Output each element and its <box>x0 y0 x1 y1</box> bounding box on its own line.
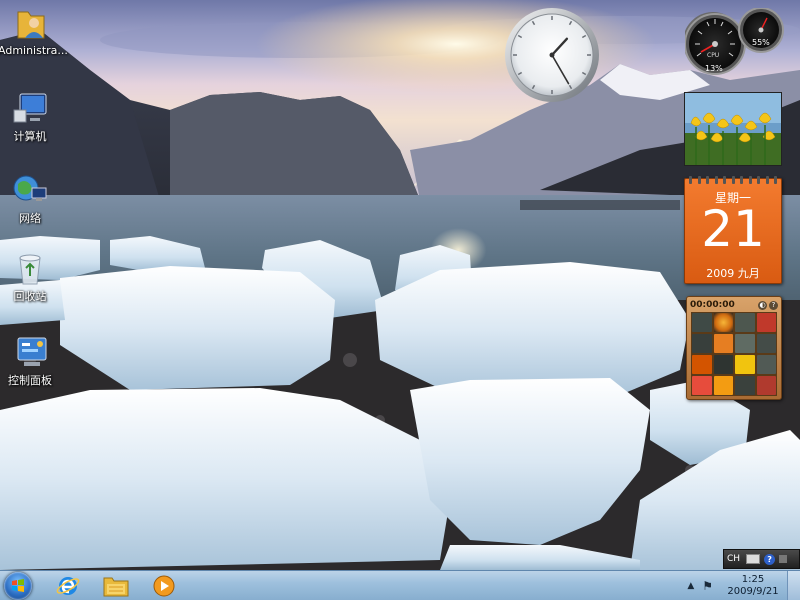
puzzle-tile[interactable] <box>713 334 733 353</box>
keyboard-icon[interactable] <box>746 554 761 564</box>
puzzle-tile[interactable] <box>756 313 776 332</box>
options-icon[interactable] <box>779 555 788 563</box>
puzzle-tile[interactable] <box>735 376 755 395</box>
action-center-flag-icon[interactable]: ⚑ <box>702 579 713 593</box>
desktop-icon-label: 计算机 <box>13 130 47 143</box>
puzzle-tile[interactable] <box>735 334 755 353</box>
puzzle-tile[interactable] <box>692 334 712 353</box>
desktop-icon-label: 控制面板 <box>8 374 52 387</box>
puzzle-tile[interactable] <box>713 313 733 332</box>
desktop-icon-control-panel[interactable]: 控制面板 <box>0 334 62 388</box>
desktop-icon-network[interactable]: 网络 <box>0 172 62 226</box>
puzzle-tile[interactable] <box>756 376 776 395</box>
help-icon[interactable]: ? <box>764 553 776 565</box>
cpu-meter-gadget[interactable]: CPU 13% 55% <box>682 7 785 80</box>
desktop-icon-recycle-bin[interactable]: 回收站 <box>0 250 62 304</box>
puzzle-tile[interactable] <box>735 355 755 374</box>
calendar-day: 21 <box>701 200 765 258</box>
puzzle-tile[interactable] <box>713 355 733 374</box>
puzzle-tile[interactable] <box>735 313 755 332</box>
clock-gadget[interactable] <box>503 6 601 104</box>
desktop-icon-label: 回收站 <box>13 290 47 303</box>
taskbar-clock[interactable]: 1:25 2009/9/21 <box>723 574 783 598</box>
puzzle-toolbar: 00:00:00 ◐ ? <box>690 299 778 311</box>
slideshow-gadget[interactable] <box>684 92 782 166</box>
calendar-gadget[interactable]: 星期一 21 2009 九月 <box>684 176 782 284</box>
show-desktop-button[interactable] <box>787 571 800 600</box>
media-player-icon <box>153 575 175 597</box>
puzzle-hint-button[interactable]: ◐ <box>758 300 767 310</box>
network-icon <box>10 172 50 208</box>
puzzle-grid[interactable] <box>691 312 777 396</box>
taskbar-windows-explorer[interactable] <box>96 573 136 599</box>
recycle-bin-icon <box>10 250 50 286</box>
computer-icon <box>10 90 50 126</box>
system-tray[interactable]: ▲ ⚑ 1:25 2009/9/21 <box>687 571 800 600</box>
user-folder-icon <box>10 6 50 42</box>
control-panel-icon <box>10 334 50 370</box>
puzzle-tile[interactable] <box>692 313 712 332</box>
language-indicator[interactable]: CH <box>727 554 740 564</box>
cpu-label: CPU <box>707 52 720 59</box>
clock-date: 2009/9/21 <box>727 586 779 597</box>
taskbar-internet-explorer[interactable] <box>48 573 88 599</box>
cpu-percent: 13% <box>705 64 723 73</box>
puzzle-tile[interactable] <box>692 376 712 395</box>
calendar-month-year: 2009 九月 <box>706 267 760 280</box>
desktop-icon-administrator[interactable]: Administra... <box>0 6 68 57</box>
tulip-photo <box>685 93 781 165</box>
puzzle-solve-button[interactable]: ? <box>769 300 778 310</box>
language-bar[interactable]: CH ? <box>723 549 800 569</box>
puzzle-tile[interactable] <box>756 334 776 353</box>
internet-explorer-icon <box>56 577 80 595</box>
desktop-icon-label: Administra... <box>0 44 68 57</box>
desktop-icon-label: 网络 <box>19 212 41 225</box>
folder-icon <box>103 577 129 597</box>
taskbar-media-player[interactable] <box>144 573 184 599</box>
clock-face <box>505 8 599 102</box>
show-hidden-icons-button[interactable]: ▲ <box>687 581 694 591</box>
taskbar[interactable]: ▲ ⚑ 1:25 2009/9/21 <box>0 570 800 600</box>
puzzle-tile[interactable] <box>692 355 712 374</box>
picture-puzzle-gadget[interactable]: 00:00:00 ◐ ? <box>686 296 782 400</box>
windows-logo-icon <box>12 579 24 592</box>
wallpaper <box>0 0 800 570</box>
calendar-rings <box>689 176 777 184</box>
desktop-icon-computer[interactable]: 计算机 <box>0 90 62 144</box>
clock-time: 1:25 <box>741 574 765 585</box>
start-button[interactable] <box>4 572 32 600</box>
desktop[interactable]: Administra... 计算机 网络 回收站 控制面板 CPU 13% 55… <box>0 0 800 600</box>
puzzle-tile[interactable] <box>713 376 733 395</box>
puzzle-tile[interactable] <box>756 355 776 374</box>
puzzle-timer: 00:00:00 <box>690 300 735 310</box>
memory-percent: 55% <box>752 38 770 47</box>
